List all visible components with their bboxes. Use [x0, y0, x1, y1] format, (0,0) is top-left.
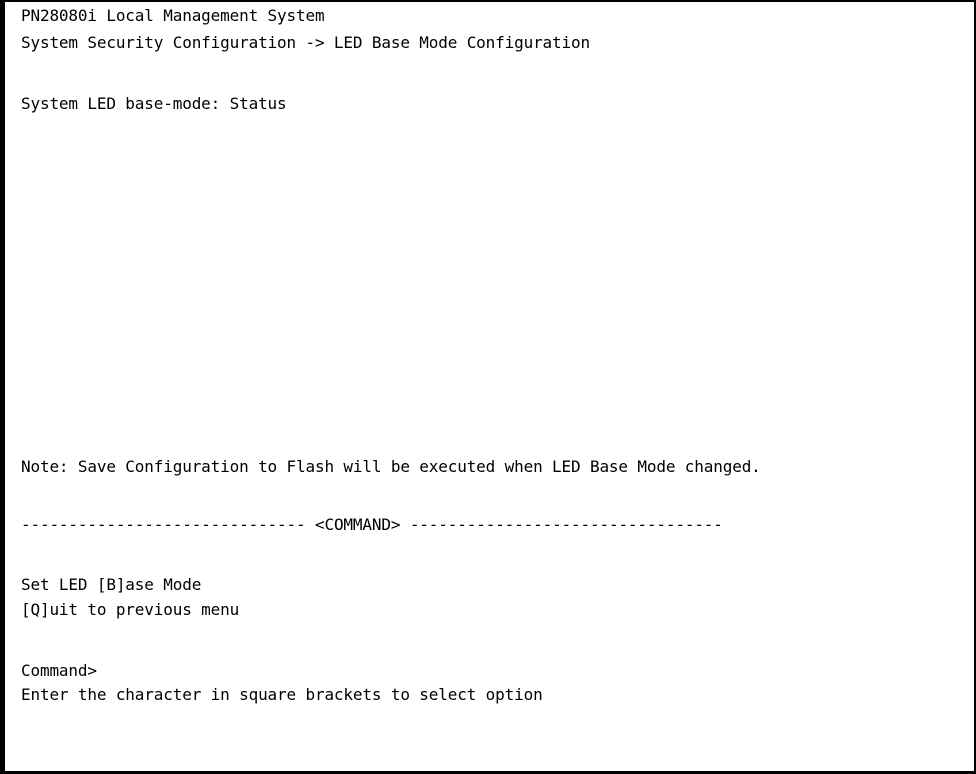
led-base-mode-label: System LED base-mode:	[21, 94, 221, 113]
note-text: Note: Save Configuration to Flash will b…	[21, 457, 761, 476]
command-divider: ------------------------------ <COMMAND>…	[21, 514, 723, 535]
divider-left: ------------------------------	[21, 515, 306, 534]
breadcrumb: System Security Configuration -> LED Bas…	[21, 33, 590, 52]
menu-item-set-led-base-mode[interactable]: Set LED [B]ase Mode	[21, 574, 201, 595]
command-prompt-label: Command>	[21, 661, 97, 680]
system-title: PN28080i Local Management System	[21, 6, 325, 25]
command-prompt[interactable]: Command>	[21, 660, 97, 681]
led-base-mode-value: Status	[229, 94, 287, 113]
led-base-mode-status: System LED base-mode: Status	[21, 93, 287, 114]
prompt-hint: Enter the character in square brackets t…	[21, 685, 543, 704]
command-section-title: <COMMAND>	[314, 515, 401, 534]
menu-item-quit[interactable]: [Q]uit to previous menu	[21, 599, 239, 620]
terminal-window: PN28080i Local Management System System …	[0, 0, 976, 774]
divider-right: ---------------------------------	[409, 515, 723, 534]
